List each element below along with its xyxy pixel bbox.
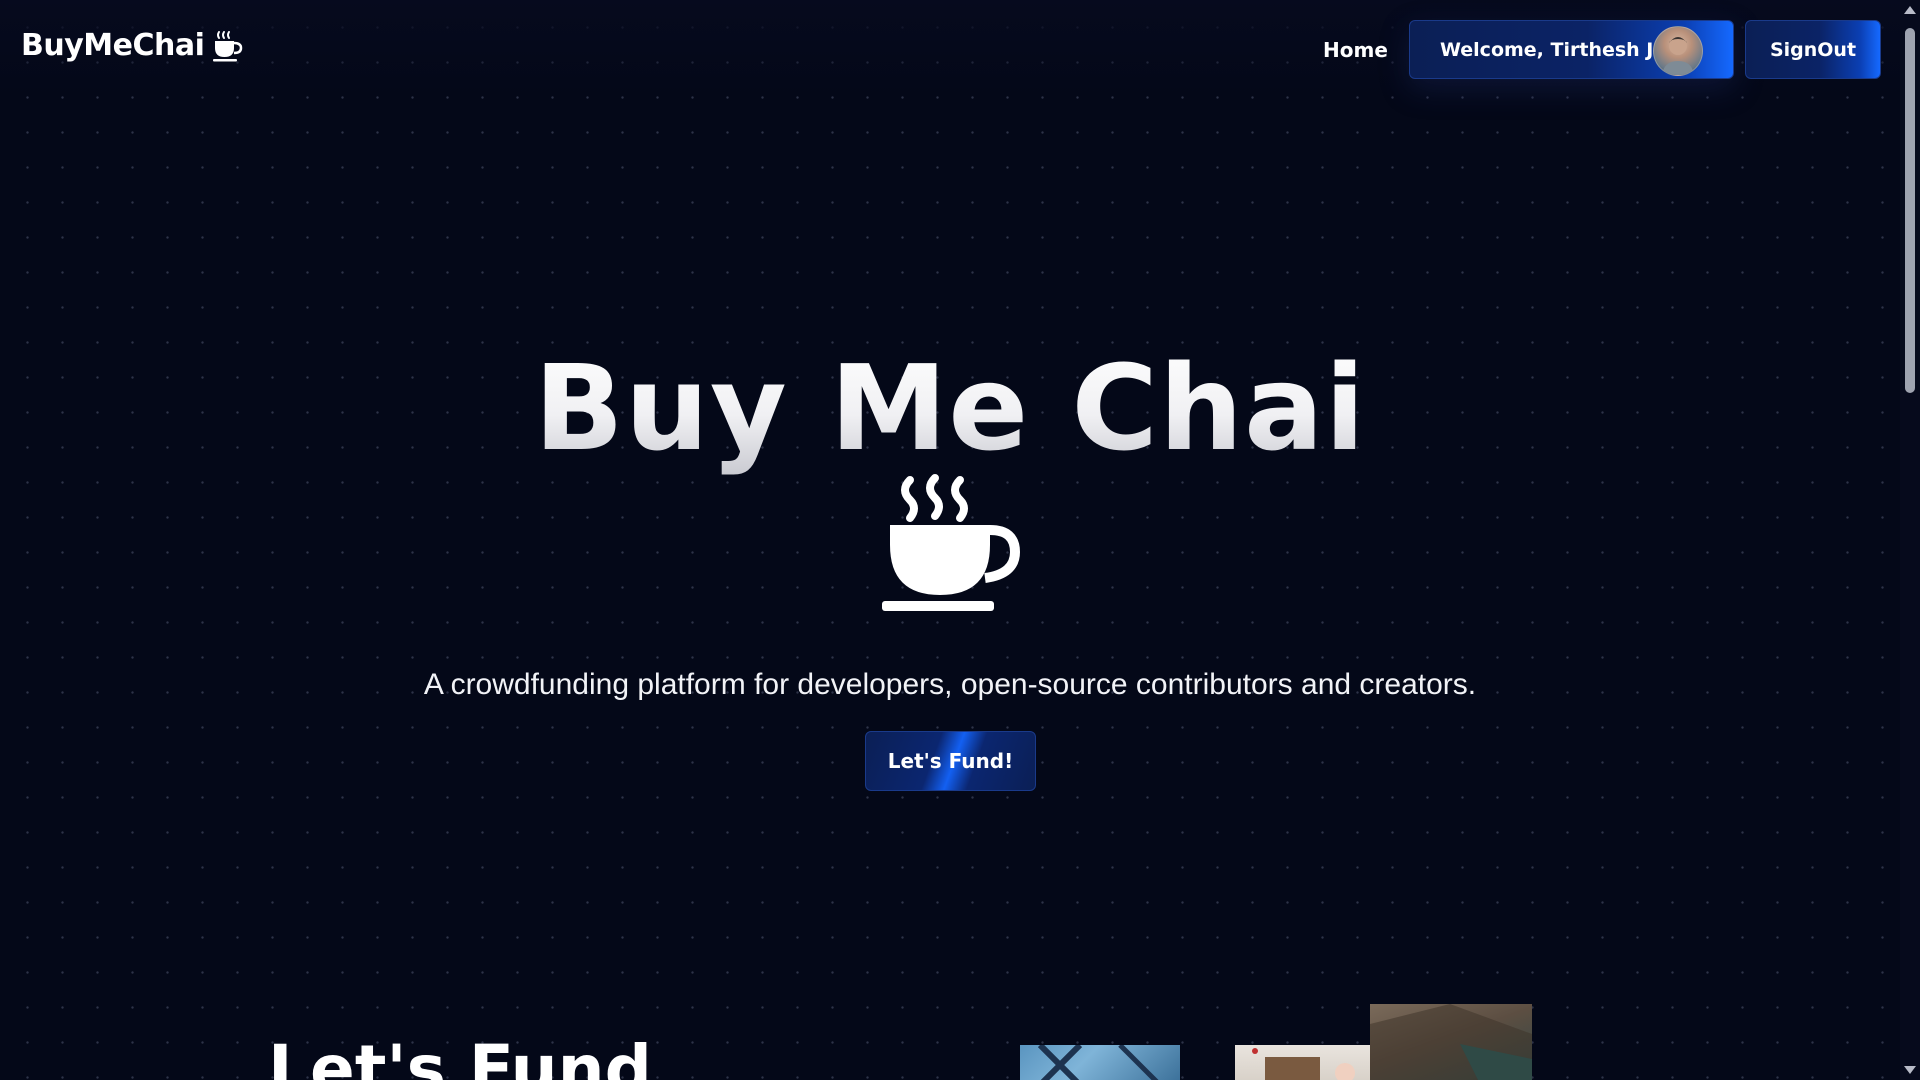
gallery-image-3 xyxy=(1370,1004,1532,1080)
scroll-up-arrow-icon[interactable] xyxy=(1904,6,1916,14)
avatar xyxy=(1653,26,1703,76)
chai-cup-icon xyxy=(212,29,244,63)
steaming-cup-icon xyxy=(880,470,1021,615)
brand-logo-link[interactable]: BuyMeChai xyxy=(21,28,244,63)
scroll-down-arrow-icon[interactable] xyxy=(1904,1066,1916,1074)
gallery-image-2 xyxy=(1235,1045,1370,1080)
section-heading: Let's Fund xyxy=(268,1031,652,1080)
signout-button[interactable]: SignOut xyxy=(1745,20,1881,79)
hero-subtitle: A crowdfunding platform for developers, … xyxy=(423,668,1477,701)
gallery-image-1 xyxy=(1020,1045,1180,1080)
page-scrollbar[interactable] xyxy=(1900,0,1920,1080)
page: BuyMeChai Home Welcome, Tirthesh Jain Si… xyxy=(0,0,1920,1080)
navbar: BuyMeChai Home Welcome, Tirthesh Jain Si… xyxy=(0,0,1900,100)
brand-name: BuyMeChai xyxy=(21,28,205,63)
lets-fund-button[interactable]: Let's Fund! xyxy=(865,731,1036,791)
user-menu-button[interactable]: Welcome, Tirthesh Jain xyxy=(1409,20,1734,79)
hero-title: Buy Me Chai xyxy=(0,338,1900,478)
scroll-thumb[interactable] xyxy=(1905,28,1915,393)
nav-home-link[interactable]: Home xyxy=(1307,20,1404,80)
welcome-label: Welcome, Tirthesh Jain xyxy=(1440,38,1687,61)
